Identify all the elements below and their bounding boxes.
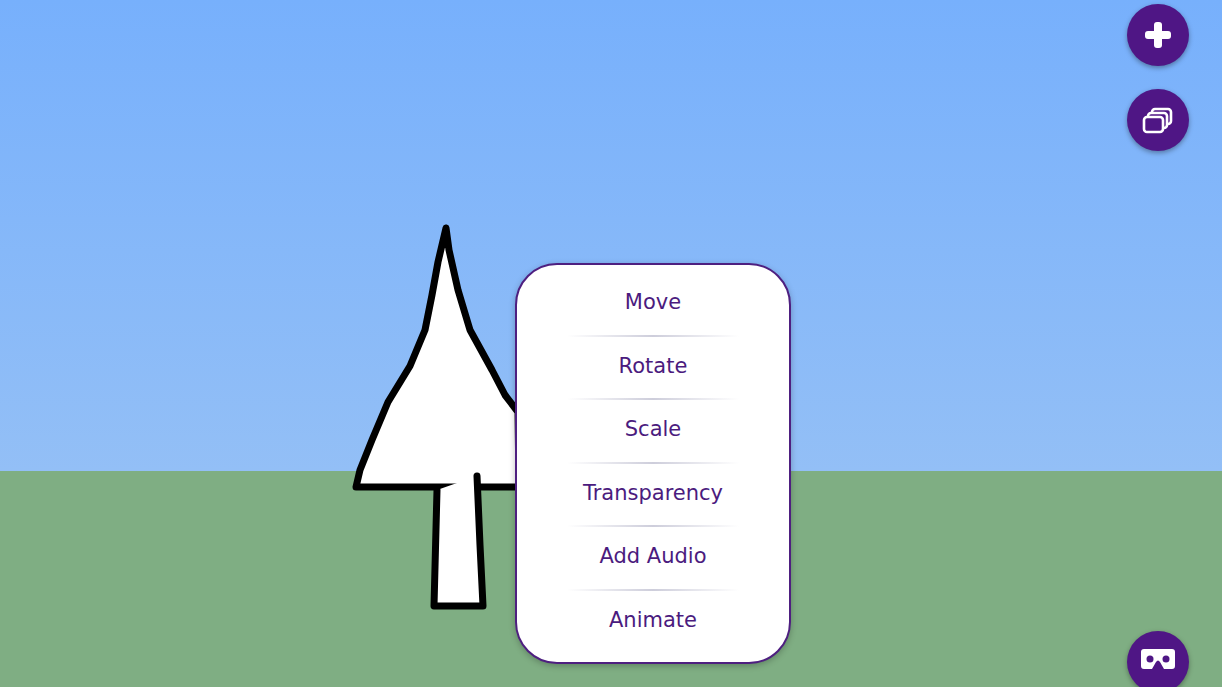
menu-item[interactable]: Scale — [517, 398, 789, 462]
layers-icon — [1142, 106, 1174, 134]
menu-item[interactable]: Animate — [517, 589, 789, 653]
layers-button[interactable] — [1127, 89, 1189, 151]
menu-item-label: Transparency — [583, 478, 723, 510]
menu-item[interactable]: Move — [517, 271, 789, 335]
menu-item[interactable]: Transparency — [517, 462, 789, 526]
menu-item-label: Scale — [625, 414, 682, 446]
vr-headset-icon — [1140, 647, 1176, 671]
add-button[interactable] — [1127, 4, 1189, 66]
menu-item-label: Move — [625, 287, 681, 319]
menu-item[interactable]: Rotate — [517, 335, 789, 399]
menu-item-label: Animate — [609, 605, 697, 637]
vr-button[interactable] — [1127, 631, 1189, 687]
scene-canvas[interactable]: Move Rotate Scale Transparency Add Audio Anim… — [0, 0, 1222, 687]
plus-icon — [1143, 20, 1173, 50]
menu-item-label: Add Audio — [599, 541, 706, 573]
menu-item-label: Rotate — [619, 351, 688, 383]
context-menu: Move Rotate Scale Transparency Add Audio Anim… — [515, 263, 791, 664]
menu-item[interactable]: Add Audio — [517, 525, 789, 589]
